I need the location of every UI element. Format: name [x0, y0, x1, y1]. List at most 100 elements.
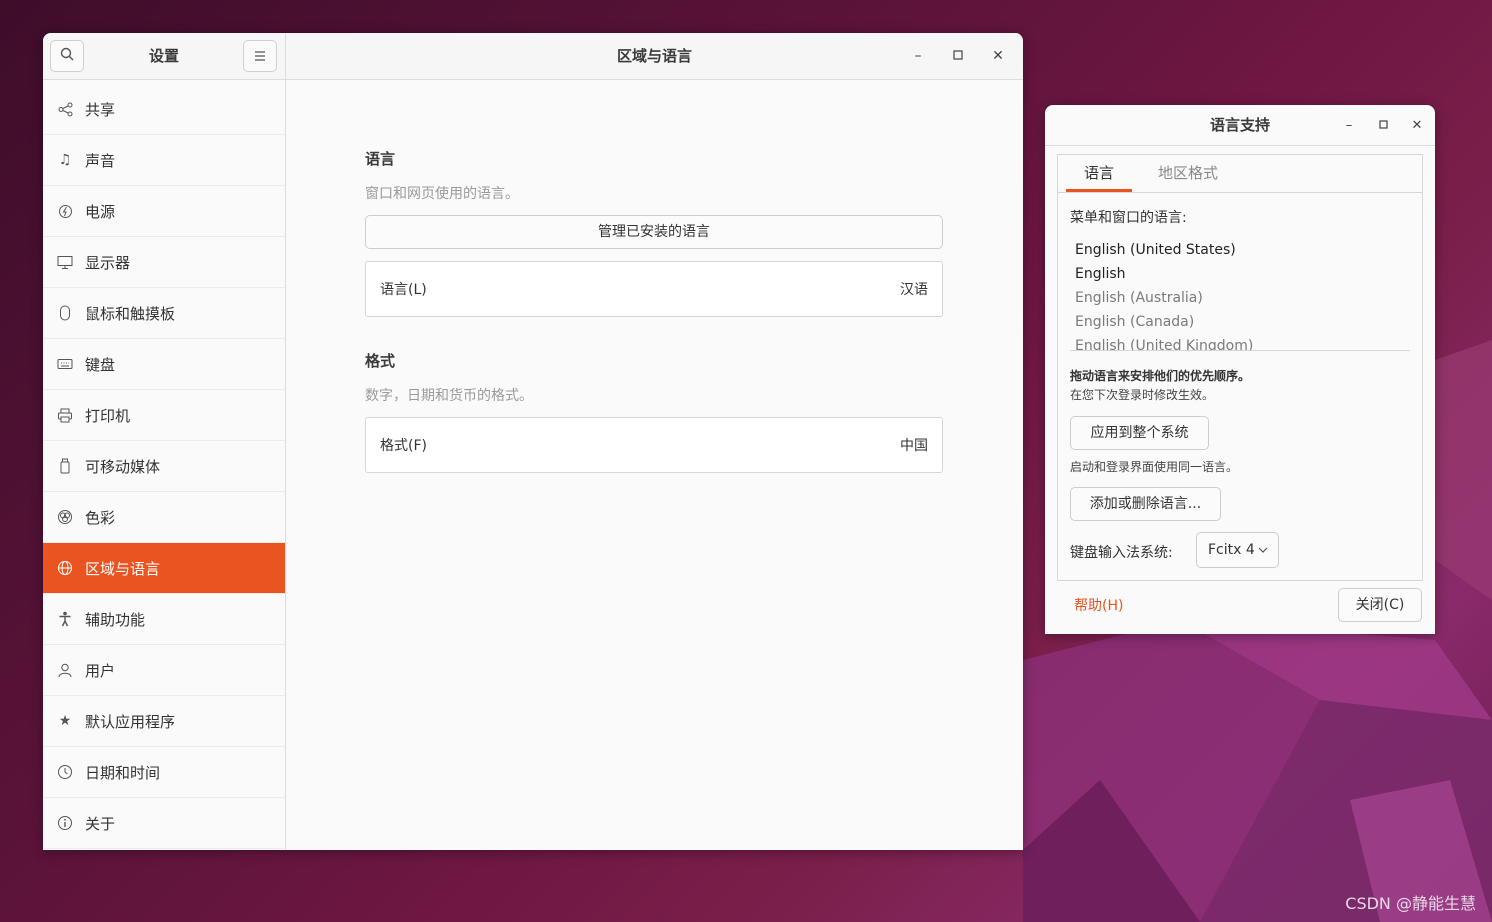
format-row-value: 中国 [900, 438, 928, 454]
globe-icon [57, 560, 73, 576]
sidebar-item-about[interactable]: 关于 [43, 798, 285, 849]
login-hint: 在您下次登录时修改生效。 [1070, 388, 1215, 402]
sidebar-item-printers[interactable]: 打印机 [43, 390, 285, 441]
sidebar-item-sharing[interactable]: 共享 [43, 80, 285, 135]
tab-regional-formats[interactable]: 地区格式 [1148, 155, 1228, 191]
sidebar-item-accessibility[interactable]: 辅助功能 [43, 594, 285, 645]
dialog-notebook: 语言 地区格式 菜单和窗口的语言: English (United States… [1057, 154, 1423, 581]
language-support-dialog: 语言支持 – ✕ 语言 地区格式 菜单和窗口的语言: English (Unit… [1045, 105, 1435, 634]
sidebar-item-label: 色彩 [85, 508, 116, 527]
sidebar-item-date-time[interactable]: 日期和时间 [43, 747, 285, 798]
main-header: 区域与语言 – ✕ [286, 33, 1023, 80]
maximize-icon [1378, 118, 1388, 133]
tab-language[interactable]: 语言 [1066, 155, 1132, 192]
manage-installed-languages-button[interactable]: 管理已安装的语言 [365, 215, 943, 249]
main-content: 语言 窗口和网页使用的语言。 管理已安装的语言 语言(L) 汉语 格式 数字，日… [286, 80, 1023, 850]
sidebar-item-label: 可移动媒体 [85, 457, 161, 476]
close-icon: ✕ [992, 48, 1004, 64]
dialog-minimize-button[interactable]: – [1337, 113, 1361, 137]
drag-hint: 拖动语言来安排他们的优先顺序。 [1070, 369, 1251, 383]
close-dialog-button[interactable]: 关闭(C) [1338, 588, 1422, 622]
power-icon [57, 203, 73, 219]
clock-icon [57, 764, 73, 780]
sidebar-item-display[interactable]: 显示器 [43, 237, 285, 288]
format-row-label: 格式(F) [380, 438, 427, 454]
sidebar-item-keyboard[interactable]: 键盘 [43, 339, 285, 390]
sidebar-item-label: 用户 [85, 661, 116, 680]
sidebar-item-label: 电源 [85, 202, 116, 221]
language-row-label: 语言(L) [380, 282, 427, 298]
list-item[interactable]: English (Australia) [1070, 286, 1410, 310]
format-section-title: 格式 [365, 352, 396, 370]
language-list: English (United States) English English … [1070, 238, 1410, 351]
sidebar-item-label: 默认应用程序 [85, 712, 176, 731]
menu-button[interactable] [243, 40, 277, 72]
watermark: CSDN @静能生慧 [1345, 894, 1476, 913]
close-button[interactable]: ✕ [986, 44, 1010, 68]
dialog-close-button[interactable]: ✕ [1405, 113, 1429, 137]
sidebar-item-label: 共享 [85, 100, 116, 119]
user-icon [57, 662, 73, 678]
sidebar-item-label: 打印机 [85, 406, 131, 425]
sidebar-item-label: 区域与语言 [85, 559, 161, 578]
sidebar-item-label: 显示器 [85, 253, 131, 272]
sidebar-list: 共享 ♫ 声音 电源 显示器 鼠标和触摸板 键盘 打印机 可移动媒体 色彩 区域… [43, 80, 285, 849]
sidebar-item-label: 辅助功能 [85, 610, 146, 629]
sidebar-item-label: 鼠标和触摸板 [85, 304, 176, 323]
minimize-icon: – [914, 48, 922, 64]
maximize-icon [953, 48, 963, 64]
mouse-icon [57, 305, 73, 321]
hamburger-menu-icon [254, 47, 266, 65]
list-item[interactable]: English (United States) [1070, 238, 1410, 262]
sidebar-item-power[interactable]: 电源 [43, 186, 285, 237]
sidebar-item-region-language[interactable]: 区域与语言 [43, 543, 285, 594]
keyboard-icon [57, 356, 73, 372]
sidebar-item-label: 声音 [85, 151, 116, 170]
close-icon: ✕ [1411, 117, 1423, 133]
chevron-down-icon [1258, 533, 1268, 581]
dialog-maximize-button[interactable] [1371, 113, 1395, 137]
accessibility-icon [57, 611, 73, 627]
sidebar-item-mouse[interactable]: 鼠标和触摸板 [43, 288, 285, 339]
music-note-icon: ♫ [58, 152, 72, 168]
format-section-subtitle: 数字，日期和货币的格式。 [365, 388, 533, 404]
sidebar-item-users[interactable]: 用户 [43, 645, 285, 696]
format-row[interactable]: 格式(F) 中国 [365, 417, 943, 473]
sidebar: 设置 共享 ♫ 声音 电源 显示器 鼠标和触摸板 键盘 打印机 可移动媒体 色彩… [43, 33, 286, 850]
list-item[interactable]: English (Canada) [1070, 310, 1410, 334]
add-remove-languages-button[interactable]: 添加或删除语言... [1070, 487, 1221, 521]
sidebar-item-color[interactable]: 色彩 [43, 492, 285, 543]
apply-system-wide-button[interactable]: 应用到整个系统 [1070, 416, 1209, 450]
settings-window: 设置 共享 ♫ 声音 电源 显示器 鼠标和触摸板 键盘 打印机 可移动媒体 色彩… [43, 33, 1023, 850]
minimize-button[interactable]: – [906, 44, 930, 68]
star-icon: ★ [58, 713, 72, 729]
search-button[interactable] [50, 40, 84, 72]
share-icon [57, 101, 73, 117]
sidebar-item-default-apps[interactable]: ★ 默认应用程序 [43, 696, 285, 747]
info-icon [57, 815, 73, 831]
color-icon [57, 509, 73, 525]
removable-media-icon [57, 458, 73, 474]
list-item[interactable]: English (United Kingdom) [1070, 334, 1410, 350]
minimize-icon: – [1345, 117, 1353, 133]
input-method-select[interactable]: Fcitx 4 [1196, 532, 1279, 568]
input-method-label: 键盘输入法系统: [1070, 545, 1173, 561]
sidebar-item-label: 关于 [85, 814, 116, 833]
menu-language-label: 菜单和窗口的语言: [1070, 210, 1187, 226]
search-icon [60, 47, 74, 65]
list-item[interactable]: English [1070, 262, 1410, 286]
dialog-header: 语言支持 – ✕ [1045, 105, 1435, 146]
language-row-value: 汉语 [900, 282, 928, 298]
sidebar-item-label: 键盘 [85, 355, 116, 374]
sidebar-title: 设置 [148, 47, 179, 65]
maximize-button[interactable] [946, 44, 970, 68]
sidebar-item-sound[interactable]: ♫ 声音 [43, 135, 285, 186]
apply-hint: 启动和登录界面使用同一语言。 [1070, 460, 1239, 474]
display-icon [57, 254, 73, 270]
help-button[interactable]: 帮助(H) [1074, 595, 1123, 615]
language-section-title: 语言 [365, 150, 396, 168]
sidebar-item-label: 日期和时间 [85, 763, 161, 782]
printer-icon [57, 407, 73, 423]
language-row[interactable]: 语言(L) 汉语 [365, 261, 943, 317]
sidebar-item-removable-media[interactable]: 可移动媒体 [43, 441, 285, 492]
